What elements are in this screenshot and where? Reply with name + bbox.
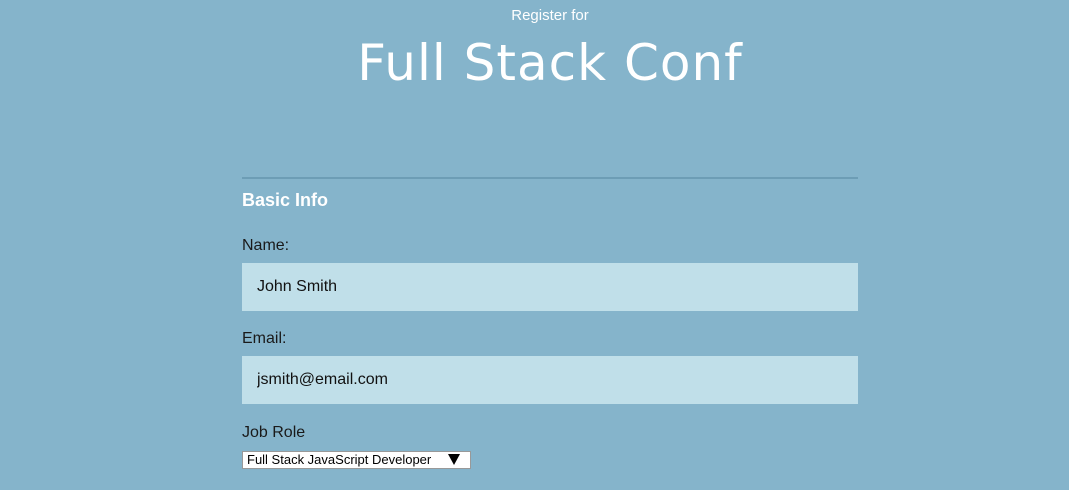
section-title-basic-info: Basic Info (242, 190, 329, 210)
name-label: Name: (242, 237, 290, 254)
triangle-down-icon (448, 454, 460, 465)
header-subtitle: Register for (511, 7, 589, 24)
section-divider (242, 177, 858, 179)
page-title: Full Stack Conf (357, 34, 743, 92)
registration-form: Basic Info Name: Email: Job Role Full St… (242, 177, 858, 469)
name-input[interactable] (242, 263, 858, 311)
email-input[interactable] (242, 356, 858, 404)
job-role-select[interactable]: Full Stack JavaScript Developer (242, 451, 471, 469)
email-label: Email: (242, 330, 287, 347)
job-role-label: Job Role (242, 424, 306, 441)
job-role-selected-value: Full Stack JavaScript Developer (247, 452, 432, 467)
